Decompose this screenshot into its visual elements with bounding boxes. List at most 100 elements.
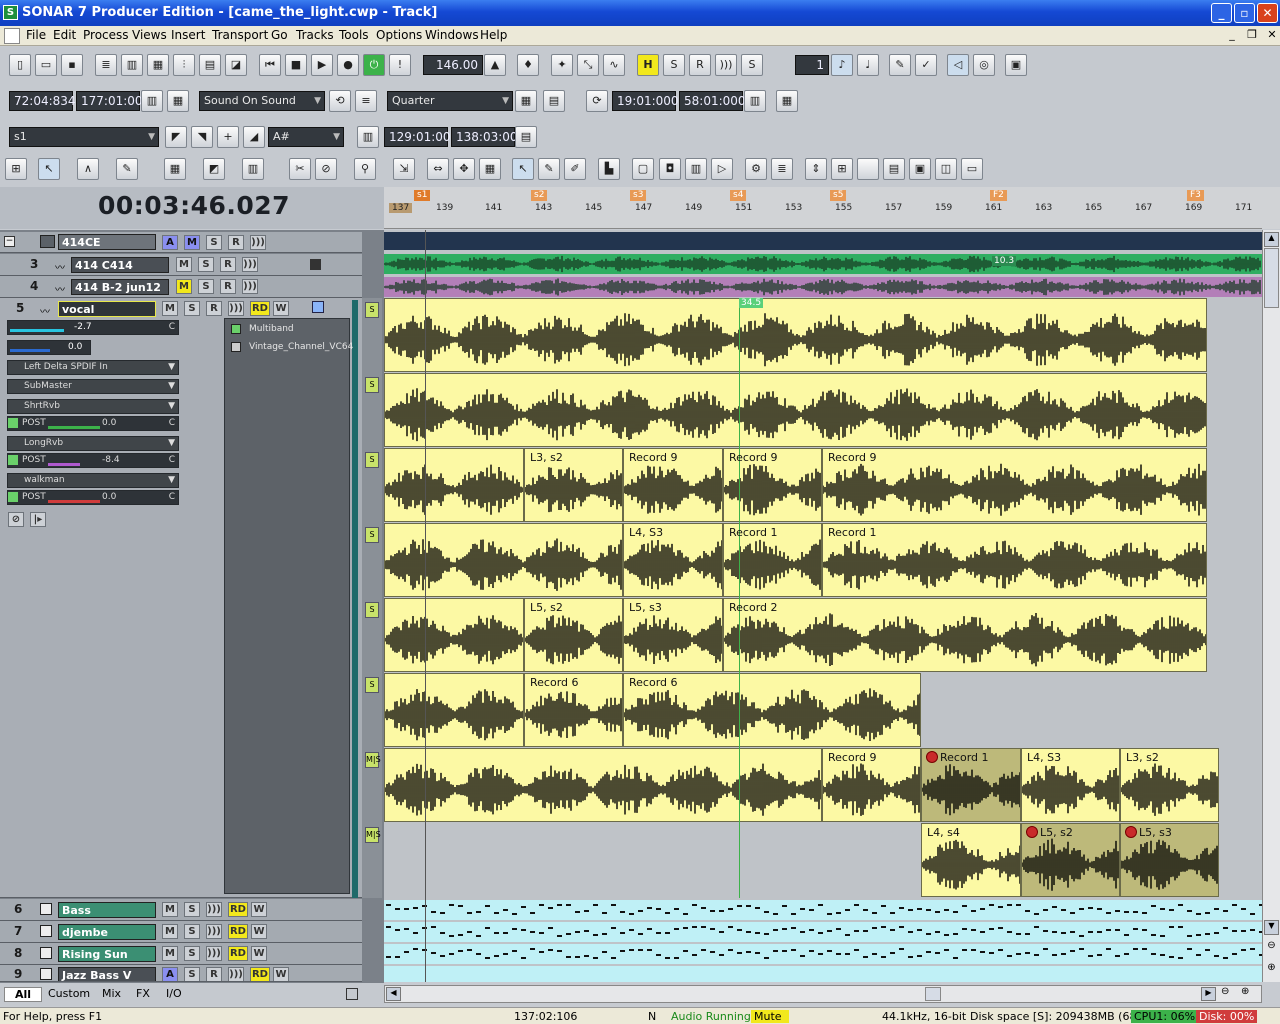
grid2-icon[interactable]: ▤ bbox=[543, 90, 565, 112]
loop-set-icon[interactable]: ▥ bbox=[744, 90, 766, 112]
menu-process[interactable]: Process bbox=[83, 28, 129, 42]
now-time[interactable]: 72:04:834 bbox=[9, 91, 76, 111]
lane-mute-solo-button[interactable]: M|S bbox=[365, 827, 381, 843]
zoom-tool-icon[interactable]: ⚲ bbox=[354, 158, 376, 180]
metronome-icon[interactable]: ⏻ bbox=[363, 54, 385, 76]
lanes-toggle-icon[interactable] bbox=[312, 301, 324, 313]
audio-clip[interactable] bbox=[384, 298, 1207, 372]
waveform-icon[interactable]: ▥ bbox=[685, 158, 707, 180]
automation-icon[interactable]: ∿ bbox=[603, 54, 625, 76]
loop-toggle-icon[interactable]: ⟳ bbox=[586, 90, 608, 112]
scroll-thumb[interactable] bbox=[1264, 248, 1279, 308]
envelope-tool-icon[interactable]: ∧ bbox=[77, 158, 99, 180]
arm-button[interactable]: R bbox=[206, 967, 222, 981]
audio-clip[interactable]: L3, s2 bbox=[524, 448, 623, 522]
grid-icon[interactable]: ▦ bbox=[515, 90, 537, 112]
staff-icon[interactable]: ▦ bbox=[147, 54, 169, 76]
interleave-icon[interactable]: |▸ bbox=[30, 512, 46, 527]
track-name[interactable]: vocal bbox=[58, 301, 156, 317]
expand-icon[interactable]: ⇕ bbox=[805, 158, 827, 180]
audio-clip[interactable] bbox=[384, 748, 822, 822]
send-level[interactable]: POST 0.0 C bbox=[7, 490, 179, 505]
preview-icon[interactable]: ▷ bbox=[711, 158, 733, 180]
send-level[interactable]: POST 0.0 C bbox=[7, 416, 179, 431]
audio-clip[interactable]: Record 1 bbox=[723, 523, 822, 597]
echo-button[interactable]: ))) bbox=[228, 967, 244, 981]
solo-button[interactable]: S bbox=[184, 902, 200, 917]
mute-button[interactable]: M bbox=[162, 946, 178, 961]
input-select[interactable]: Left Delta SPDIF In ▼ bbox=[7, 360, 179, 375]
solo-button[interactable]: S bbox=[184, 924, 200, 939]
fx-item[interactable]: Multiband bbox=[227, 321, 347, 337]
edit-check-icon[interactable]: ✓ bbox=[915, 54, 937, 76]
marker-s5[interactable]: s5 bbox=[830, 190, 847, 201]
doc-icon[interactable] bbox=[4, 28, 20, 44]
menu-insert[interactable]: Insert bbox=[171, 28, 205, 42]
fx-bin[interactable]: Multiband Vintage_Channel_VC64 bbox=[224, 318, 353, 894]
s-button[interactable]: S bbox=[663, 54, 685, 76]
clip-props-icon[interactable]: ▢ bbox=[632, 158, 654, 180]
eraser-icon[interactable]: ✐ bbox=[564, 158, 586, 180]
tabs-menu-icon[interactable] bbox=[346, 988, 358, 1000]
arm-button[interactable]: R bbox=[220, 279, 236, 294]
audio-clip[interactable] bbox=[384, 373, 1207, 447]
maximize-button[interactable]: ▫ bbox=[1234, 3, 1255, 23]
key-select[interactable]: A# ▼ bbox=[268, 127, 344, 147]
audio-clip[interactable]: Record 6 bbox=[524, 673, 623, 747]
r-button[interactable]: R bbox=[689, 54, 711, 76]
midi-clip[interactable] bbox=[384, 900, 1264, 920]
menu-windows[interactable]: Windows bbox=[425, 28, 479, 42]
read-automation-button[interactable]: RD bbox=[228, 946, 248, 961]
solo-button[interactable]: S bbox=[184, 967, 200, 981]
read-automation-button[interactable]: RD bbox=[228, 902, 248, 917]
save-icon[interactable]: ▪ bbox=[61, 54, 83, 76]
track-name[interactable]: 414 B-2 jun12 bbox=[71, 279, 169, 295]
loop-end[interactable]: 58:01:000 bbox=[679, 91, 746, 111]
scroll-down-icon[interactable]: ▼ bbox=[1264, 920, 1279, 935]
snap-icon[interactable]: ✦ bbox=[551, 54, 573, 76]
write-automation-button[interactable]: W bbox=[251, 902, 267, 917]
track-name[interactable]: Jazz Bass V bbox=[58, 967, 156, 981]
scroll-up-icon[interactable]: ▲ bbox=[1264, 232, 1279, 247]
write-automation-button[interactable]: W bbox=[251, 924, 267, 939]
marker-s1[interactable]: s1 bbox=[414, 190, 431, 201]
punch-icon[interactable]: ⤡ bbox=[577, 54, 599, 76]
view-icon[interactable]: ≣ bbox=[95, 54, 117, 76]
audio-clip[interactable] bbox=[384, 448, 524, 522]
track-name[interactable]: Bass bbox=[58, 902, 156, 918]
solo-button[interactable]: S bbox=[198, 257, 214, 272]
scroll-right-icon[interactable]: ▶ bbox=[1201, 987, 1216, 1001]
audio-clip[interactable] bbox=[384, 673, 524, 747]
note-length-icon[interactable]: ♩ bbox=[857, 54, 879, 76]
fx-item[interactable]: Vintage_Channel_VC64 bbox=[227, 339, 353, 355]
echo-button[interactable]: ))) bbox=[250, 235, 266, 250]
menu-options[interactable]: Options bbox=[376, 28, 422, 42]
marker-icon[interactable]: ♦ bbox=[517, 54, 539, 76]
phase-icon[interactable]: ⊘ bbox=[8, 512, 24, 527]
echo-button[interactable]: ))) bbox=[206, 924, 222, 939]
snap-select[interactable]: Quarter ▼ bbox=[387, 91, 513, 111]
clip-icon[interactable]: ◘ bbox=[659, 158, 681, 180]
panel-icon[interactable]: ▣ bbox=[909, 158, 931, 180]
track-row[interactable]: 8 Rising Sun M S ))) RD W bbox=[0, 943, 362, 965]
track-row[interactable]: 9 Jazz Bass V A S R ))) RD W bbox=[0, 965, 362, 982]
clips-pane[interactable]: 10.3 L3, s2 Record 9 Record 9 Record 9 L… bbox=[383, 230, 1264, 982]
solo-button[interactable]: S bbox=[184, 946, 200, 961]
send-level[interactable]: POST -8.4 C bbox=[7, 453, 179, 468]
stop-icon[interactable]: ■ bbox=[285, 54, 307, 76]
mute-button[interactable]: M bbox=[176, 257, 192, 272]
open-file-icon[interactable]: ▭ bbox=[35, 54, 57, 76]
loop-start[interactable]: 19:01:000 bbox=[612, 91, 679, 111]
muted-clip[interactable]: L5, s3 bbox=[1120, 823, 1219, 897]
track-row[interactable]: 3 〰 414 C414 jun12 M S R ))) bbox=[0, 254, 362, 287]
echo-icon[interactable]: ))) bbox=[715, 54, 737, 76]
sel-start[interactable]: 129:01:000 bbox=[384, 127, 458, 147]
new-file-icon[interactable]: ▯ bbox=[9, 54, 31, 76]
track-name[interactable]: Rising Sun bbox=[58, 946, 156, 962]
record-options-icon[interactable]: ▦ bbox=[167, 90, 189, 112]
solo-button[interactable]: S bbox=[198, 279, 214, 294]
menu-views[interactable]: Views bbox=[132, 28, 167, 42]
menu-edit[interactable]: Edit bbox=[53, 28, 76, 42]
sysex-icon[interactable]: ▣ bbox=[1005, 54, 1027, 76]
audio-clip[interactable]: L3, s2 bbox=[1120, 748, 1219, 822]
